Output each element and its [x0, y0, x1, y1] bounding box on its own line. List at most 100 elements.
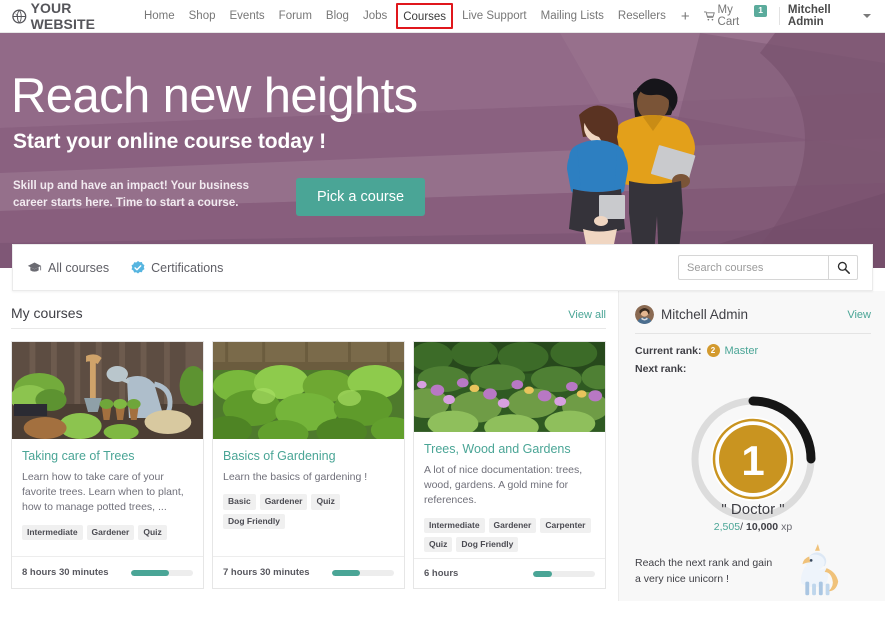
course-progress-fill: [533, 570, 552, 577]
cart-label: My Cart: [717, 4, 740, 28]
nav-item-events[interactable]: Events: [223, 7, 272, 25]
course-card[interactable]: Basics of Gardening Learn the basics of …: [212, 341, 405, 589]
course-tag: Intermediate: [424, 517, 485, 533]
nav-item-shop[interactable]: Shop: [182, 7, 223, 25]
unicorn-icon: [800, 543, 839, 596]
course-card-footer: 6 hours: [414, 558, 605, 588]
my-courses-header: My courses View all: [11, 305, 606, 328]
rank-badge-progress: 1 " Doctor " 2,505/10,000 xp: [691, 396, 816, 533]
top-navigation-bar: YOUR WEBSITE Home Shop Events Forum Blog…: [0, 0, 885, 33]
course-tag: Gardener: [86, 524, 135, 540]
xp-unit: xp: [781, 521, 792, 533]
course-progress-fill: [332, 569, 360, 576]
profile-sidebar: Mitchell Admin View Current rank: 2 Mast…: [618, 291, 885, 601]
course-tag: Gardener: [259, 494, 308, 510]
tab-certifications-label: Certifications: [151, 260, 224, 275]
search-input[interactable]: [678, 255, 828, 280]
course-thumbnail-flower-garden: [414, 342, 605, 432]
course-title[interactable]: Trees, Wood and Gardens: [424, 442, 595, 457]
current-rank-label: Current rank:: [635, 344, 702, 357]
my-courses-column: My courses View all Taking care of Trees…: [0, 291, 618, 601]
nav-item-jobs[interactable]: Jobs: [356, 7, 394, 25]
certificate-check-icon: [131, 260, 145, 274]
hero-title: Reach new heights: [11, 69, 418, 123]
page-title: My courses: [11, 305, 83, 321]
course-title[interactable]: Taking care of Trees: [22, 449, 193, 464]
course-card-body: Basics of Gardening Learn the basics of …: [213, 439, 404, 556]
course-tag: Carpenter: [540, 517, 591, 533]
course-description: A lot of nice documentation: trees, wood…: [424, 463, 583, 507]
xp-separator: /: [740, 521, 743, 533]
nav-item-resellers[interactable]: Resellers: [611, 7, 673, 25]
next-rank-badge: 1 " Doctor " 2,505/10,000 xp: [635, 381, 871, 539]
course-card[interactable]: Taking care of Trees Learn how to take c…: [11, 341, 204, 589]
course-tags: Intermediate Gardener Quiz: [22, 524, 193, 540]
nav-item-forum[interactable]: Forum: [272, 7, 319, 25]
nav-item-live-support[interactable]: Live Support: [455, 7, 534, 25]
nav-item-courses[interactable]: Courses: [403, 11, 446, 23]
course-description: Learn how to take care of your favorite …: [22, 471, 184, 514]
course-tag: Gardener: [488, 517, 537, 533]
course-toolbar: All courses Certifications: [12, 244, 873, 291]
user-menu-button[interactable]: Mitchell Admin: [788, 4, 875, 28]
course-tag: Quiz: [138, 524, 167, 540]
course-card-body: Trees, Wood and Gardens A lot of nice do…: [414, 432, 605, 558]
graduation-cap-icon: [27, 262, 42, 272]
xp-total: 10,000: [746, 521, 778, 533]
course-description: Learn the basics of gardening !: [223, 471, 368, 483]
profile-name: Mitchell Admin: [661, 307, 749, 322]
profile-divider: [635, 333, 871, 334]
nav-links: Home Shop Events Forum Blog Jobs Courses…: [137, 2, 875, 30]
course-toolbar-wrapper: All courses Certifications: [0, 244, 885, 291]
hero-paragraph: Skill up and have an impact! Your busine…: [13, 179, 250, 209]
brand-logo[interactable]: YOUR WEBSITE: [8, 0, 137, 32]
hero-content: Reach new heights Start your online cour…: [0, 33, 500, 216]
tab-certifications[interactable]: Certifications: [131, 260, 224, 275]
view-all-link[interactable]: View all: [568, 309, 606, 321]
reward-row: Reach the next rank and gain a very nice…: [635, 539, 871, 601]
globe-icon: [12, 8, 27, 24]
svg-text:2,505/10,000xp: 2,505/10,000 xp: [714, 521, 793, 533]
course-card-footer: 7 hours 30 minutes: [213, 556, 404, 588]
course-tags: Basic Gardener Quiz Dog Friendly: [223, 494, 394, 529]
xp-current: 2,505: [714, 521, 740, 533]
profile-view-link[interactable]: View: [847, 309, 871, 321]
course-progress-fill: [131, 569, 170, 576]
tab-all-courses-label: All courses: [48, 260, 110, 275]
course-progress-bar: [131, 569, 193, 576]
highlight-annotation-box: Courses: [396, 3, 454, 29]
profile-header: Mitchell Admin View: [635, 305, 871, 324]
my-cart-button[interactable]: My Cart 1: [698, 2, 771, 30]
hero-cta-row: Skill up and have an impact! Your busine…: [11, 177, 500, 216]
nav-item-home[interactable]: Home: [137, 7, 182, 25]
user-menu-label: Mitchell Admin: [787, 4, 831, 28]
hero-banner: Reach new heights Start your online cour…: [0, 33, 885, 268]
course-card[interactable]: Trees, Wood and Gardens A lot of nice do…: [413, 341, 606, 589]
search-button[interactable]: [828, 255, 858, 280]
next-rank-label: Next rank:: [635, 363, 871, 375]
course-tag: Intermediate: [22, 524, 83, 540]
nav-item-blog[interactable]: Blog: [319, 7, 356, 25]
page-body: My courses View all Taking care of Trees…: [0, 291, 885, 601]
current-rank-value[interactable]: Master: [725, 345, 759, 357]
course-tag: Quiz: [424, 536, 453, 553]
course-thumbnail-garden-tools: [12, 342, 203, 439]
pick-a-course-button[interactable]: Pick a course: [296, 177, 426, 216]
tab-all-courses[interactable]: All courses: [27, 261, 109, 275]
course-card-body: Taking care of Trees Learn how to take c…: [12, 439, 203, 556]
course-progress-bar: [533, 570, 595, 577]
course-card-list: Taking care of Trees Learn how to take c…: [11, 329, 606, 589]
nav-item-mailing-lists[interactable]: Mailing Lists: [534, 7, 611, 25]
rank-medal-icon: 2: [706, 344, 720, 357]
brand-name: YOUR WEBSITE: [30, 0, 96, 32]
reward-text: Reach the next rank and gain a very nice…: [635, 557, 773, 585]
course-title[interactable]: Basics of Gardening: [223, 449, 394, 464]
plus-icon[interactable]: +: [673, 9, 698, 24]
course-card-footer: 8 hours 30 minutes: [12, 556, 203, 588]
rank-badge-number: 1: [741, 437, 764, 484]
course-duration: 8 hours 30 minutes: [22, 567, 109, 578]
hero-subtitle: Start your online course today !: [13, 129, 327, 153]
course-duration: 7 hours 30 minutes: [223, 567, 310, 578]
course-tag: Dog Friendly: [223, 513, 285, 529]
chevron-down-icon: [862, 14, 871, 18]
